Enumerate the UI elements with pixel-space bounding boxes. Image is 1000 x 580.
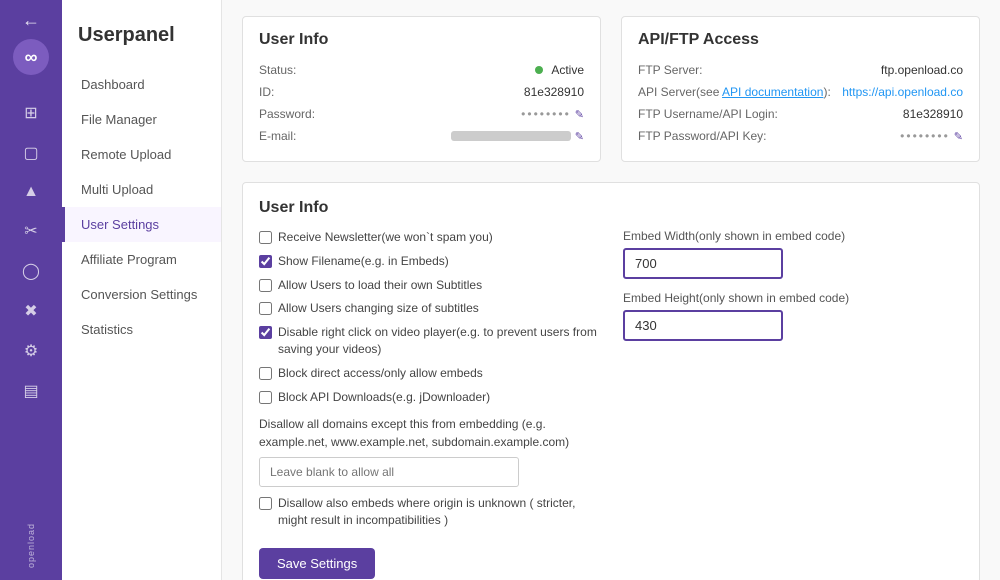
status-label: Status: <box>259 63 296 77</box>
ftp-server-value: ftp.openload.co <box>881 63 963 77</box>
checkbox-rightclick-input[interactable] <box>259 326 272 339</box>
password-edit-icon[interactable]: ✎ <box>575 108 584 121</box>
checkbox-disallow-unknown: Disallow also embeds where origin is unk… <box>259 495 603 529</box>
logo-icon: ∞ <box>13 39 49 75</box>
ftp-password-label: FTP Password/API Key: <box>638 129 767 143</box>
checkbox-subtitle-size-input[interactable] <box>259 302 272 315</box>
checkbox-subtitle-size: Allow Users changing size of subtitles <box>259 300 603 317</box>
checkbox-api-downloads-input[interactable] <box>259 391 272 404</box>
user-info-top-card: User Info Status: Active ID: 81e328910 P… <box>242 16 601 162</box>
sidebar-item-affiliate[interactable]: Affiliate Program <box>62 242 221 277</box>
sidebar-item-file-manager[interactable]: File Manager <box>62 102 221 137</box>
embed-height-label: Embed Height(only shown in embed code) <box>623 291 963 305</box>
nav-icon-stats[interactable]: ▤ <box>23 381 38 401</box>
domain-input[interactable] <box>259 457 519 487</box>
checkbox-subtitles: Allow Users to load their own Subtitles <box>259 277 603 294</box>
email-row: E-mail: ✎ <box>259 125 584 147</box>
checkbox-newsletter: Receive Newsletter(we won`t spam you) <box>259 229 603 246</box>
sidebar-item-conversion[interactable]: Conversion Settings <box>62 277 221 312</box>
checkboxes-col: Receive Newsletter(we won`t spam you) Sh… <box>259 229 603 579</box>
id-row: ID: 81e328910 <box>259 81 584 103</box>
user-info-section-title: User Info <box>259 199 963 217</box>
status-value: Active <box>535 63 584 77</box>
nav-icon-dashboard[interactable]: ⊞ <box>24 103 37 123</box>
ftp-username-row: FTP Username/API Login: 81e328910 <box>638 103 963 125</box>
api-server-row: API Server(see API documentation): https… <box>638 81 963 103</box>
ftp-password-row: FTP Password/API Key: •••••••• ✎ <box>638 125 963 147</box>
sidebar-title: Userpanel <box>62 16 221 67</box>
sidebar-item-remote-upload[interactable]: Remote Upload <box>62 137 221 172</box>
ftp-password-edit-icon[interactable]: ✎ <box>954 130 963 143</box>
nav-icon-share[interactable]: ✖ <box>24 301 37 321</box>
embed-width-group: Embed Width(only shown in embed code) <box>623 229 963 279</box>
email-value: ✎ <box>451 130 584 143</box>
back-icon[interactable]: ← <box>22 10 40 31</box>
nav-icon-files[interactable]: ▢ <box>23 143 38 163</box>
user-info-settings-grid: Receive Newsletter(we won`t spam you) Sh… <box>259 229 963 579</box>
brand-label: openload <box>26 523 36 568</box>
id-label: ID: <box>259 85 274 99</box>
checkbox-direct-access-input[interactable] <box>259 367 272 380</box>
ftp-password-value: •••••••• ✎ <box>900 129 963 143</box>
email-masked <box>451 131 571 141</box>
password-value: •••••••• ✎ <box>521 107 584 121</box>
ftp-server-label: FTP Server: <box>638 63 702 77</box>
checkbox-subtitles-input[interactable] <box>259 279 272 292</box>
sidebar: Userpanel Dashboard File Manager Remote … <box>62 0 222 580</box>
api-server-value: https://api.openload.co <box>842 85 963 99</box>
checkbox-direct-access: Block direct access/only allow embeds <box>259 365 603 382</box>
main-content: User Info Status: Active ID: 81e328910 P… <box>222 0 1000 580</box>
checkbox-rightclick: Disable right click on video player(e.g.… <box>259 324 603 358</box>
status-row: Status: Active <box>259 59 584 81</box>
email-label: E-mail: <box>259 129 296 143</box>
icon-bar: ← ∞ ⊞ ▢ ▲ ✂ ◯ ✖ ⚙ ▤ openload <box>0 0 62 580</box>
email-edit-icon[interactable]: ✎ <box>575 130 584 143</box>
domain-section: Disallow all domains except this from em… <box>259 415 603 487</box>
ftp-username-label: FTP Username/API Login: <box>638 107 778 121</box>
domain-desc: Disallow all domains except this from em… <box>259 415 603 451</box>
embed-width-input[interactable] <box>623 248 783 279</box>
embed-height-input[interactable] <box>623 310 783 341</box>
checkbox-filename: Show Filename(e.g. in Embeds) <box>259 253 603 270</box>
api-ftp-card: API/FTP Access FTP Server: ftp.openload.… <box>621 16 980 162</box>
status-dot <box>535 66 543 74</box>
top-grid: User Info Status: Active ID: 81e328910 P… <box>242 16 980 162</box>
checkbox-api-downloads: Block API Downloads(e.g. jDownloader) <box>259 389 603 406</box>
password-label: Password: <box>259 107 315 121</box>
nav-icon-upload[interactable]: ▲ <box>23 183 39 201</box>
api-server-label: API Server(see API documentation): <box>638 85 831 99</box>
sidebar-item-multi-upload[interactable]: Multi Upload <box>62 172 221 207</box>
nav-icon-settings[interactable]: ⚙ <box>24 341 38 361</box>
embed-width-label: Embed Width(only shown in embed code) <box>623 229 963 243</box>
sidebar-item-dashboard[interactable]: Dashboard <box>62 67 221 102</box>
checkbox-filename-input[interactable] <box>259 255 272 268</box>
nav-icon-user[interactable]: ◯ <box>22 261 40 281</box>
sidebar-item-user-settings[interactable]: User Settings <box>62 207 221 242</box>
api-ftp-title: API/FTP Access <box>638 31 963 49</box>
sidebar-item-statistics[interactable]: Statistics <box>62 312 221 347</box>
id-value: 81e328910 <box>524 85 584 99</box>
user-info-section: User Info Receive Newsletter(we won`t sp… <box>242 182 980 580</box>
checkbox-disallow-unknown-input[interactable] <box>259 497 272 510</box>
ftp-server-row: FTP Server: ftp.openload.co <box>638 59 963 81</box>
user-info-top-title: User Info <box>259 31 584 49</box>
checkbox-newsletter-input[interactable] <box>259 231 272 244</box>
ftp-username-value: 81e328910 <box>903 107 963 121</box>
embed-height-group: Embed Height(only shown in embed code) <box>623 291 963 341</box>
nav-icon-scissors[interactable]: ✂ <box>24 221 37 241</box>
save-settings-button[interactable]: Save Settings <box>259 548 375 579</box>
embed-fields-col: Embed Width(only shown in embed code) Em… <box>623 229 963 579</box>
password-row: Password: •••••••• ✎ <box>259 103 584 125</box>
